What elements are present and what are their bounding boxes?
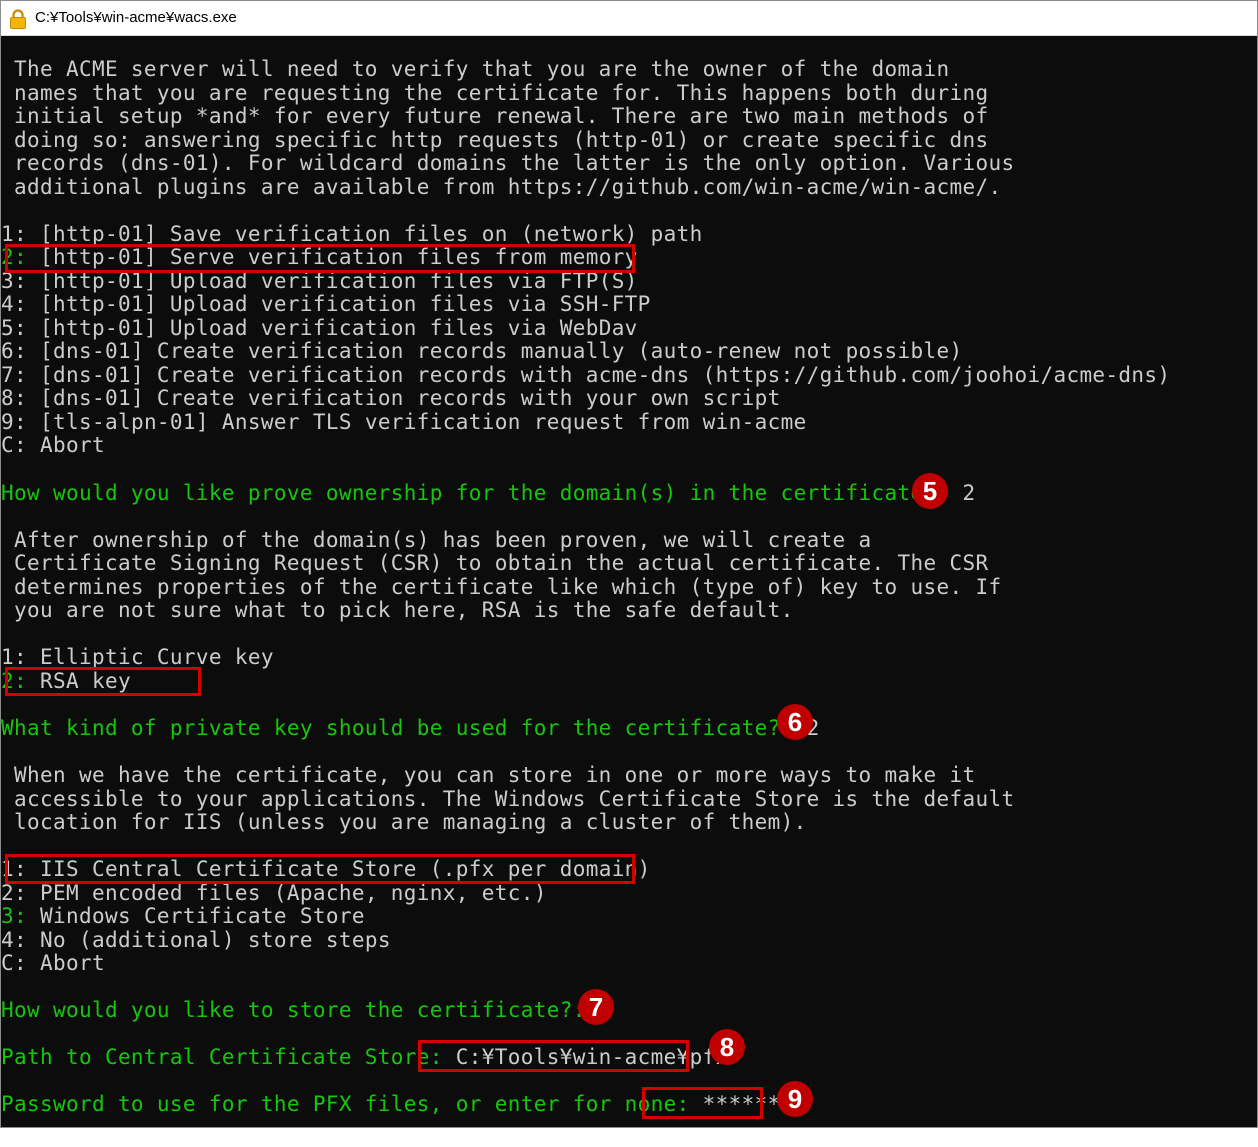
validation-prompt: How would you like prove ownership for t… bbox=[1, 481, 976, 505]
intro-line: The ACME server will need to verify that… bbox=[1, 57, 950, 81]
highlight-box bbox=[5, 244, 635, 273]
validation-option: 1: [http-01] Save verification files on … bbox=[1, 222, 703, 246]
step-marker-9: 9 bbox=[777, 1081, 813, 1117]
validation-option: C: Abort bbox=[1, 433, 105, 457]
intro-line: After ownership of the domain(s) has bee… bbox=[1, 528, 872, 552]
key-prompt: What kind of private key should be used … bbox=[1, 716, 820, 740]
console-output[interactable]: The ACME server will need to verify that… bbox=[1, 36, 1257, 1127]
validation-answer: 2 bbox=[949, 481, 976, 505]
highlight-box bbox=[5, 854, 635, 884]
highlight-box bbox=[418, 1040, 689, 1072]
intro-line: initial setup *and* for every future ren… bbox=[1, 104, 989, 128]
intro-line: records (dns-01). For wildcard domains t… bbox=[1, 151, 1015, 175]
window-title: C:¥Tools¥win-acme¥wacs.exe bbox=[35, 9, 237, 26]
lock-icon bbox=[9, 9, 27, 29]
store-option: C: Abort bbox=[1, 951, 105, 975]
intro-line: accessible to your applications. The Win… bbox=[1, 787, 1015, 811]
intro-line: doing so: answering specific http reques… bbox=[1, 128, 989, 152]
step-marker-6: 6 bbox=[777, 704, 813, 740]
key-option: 1: Elliptic Curve key bbox=[1, 645, 274, 669]
store-option: 4: No (additional) store steps bbox=[1, 928, 391, 952]
step-marker-7: 7 bbox=[578, 989, 614, 1025]
validation-option: 9: [tls-alpn-01] Answer TLS verification… bbox=[1, 410, 807, 434]
validation-option: 5: [http-01] Upload verification files v… bbox=[1, 316, 638, 340]
validation-option: 7: [dns-01] Create verification records … bbox=[1, 363, 1171, 387]
intro-line: Certificate Signing Request (CSR) to obt… bbox=[1, 551, 989, 575]
intro-line: When we have the certificate, you can st… bbox=[1, 763, 976, 787]
store-option: 2: PEM encoded files (Apache, nginx, etc… bbox=[1, 881, 547, 905]
intro-line: you are not sure what to pick here, RSA … bbox=[1, 598, 794, 622]
validation-option: 8: [dns-01] Create verification records … bbox=[1, 386, 781, 410]
store-option: 3: Windows Certificate Store bbox=[1, 904, 365, 928]
store-prompt: How would you like to store the certific… bbox=[1, 998, 612, 1022]
highlight-box bbox=[642, 1087, 763, 1119]
title-bar: C:¥Tools¥win-acme¥wacs.exe bbox=[1, 1, 1257, 36]
step-marker-5: 5 bbox=[912, 473, 948, 509]
highlight-box bbox=[5, 667, 201, 696]
intro-line: names that you are requesting the certif… bbox=[1, 81, 989, 105]
intro-line: determines properties of the certificate… bbox=[1, 575, 1002, 599]
validation-option: 4: [http-01] Upload verification files v… bbox=[1, 292, 651, 316]
console-window: C:¥Tools¥win-acme¥wacs.exe The ACME serv… bbox=[0, 0, 1258, 1128]
intro-line: location for IIS (unless you are managin… bbox=[1, 810, 807, 834]
validation-option: 6: [dns-01] Create verification records … bbox=[1, 339, 963, 363]
step-marker-8: 8 bbox=[709, 1029, 745, 1065]
intro-line: additional plugins are available from ht… bbox=[1, 175, 1002, 199]
